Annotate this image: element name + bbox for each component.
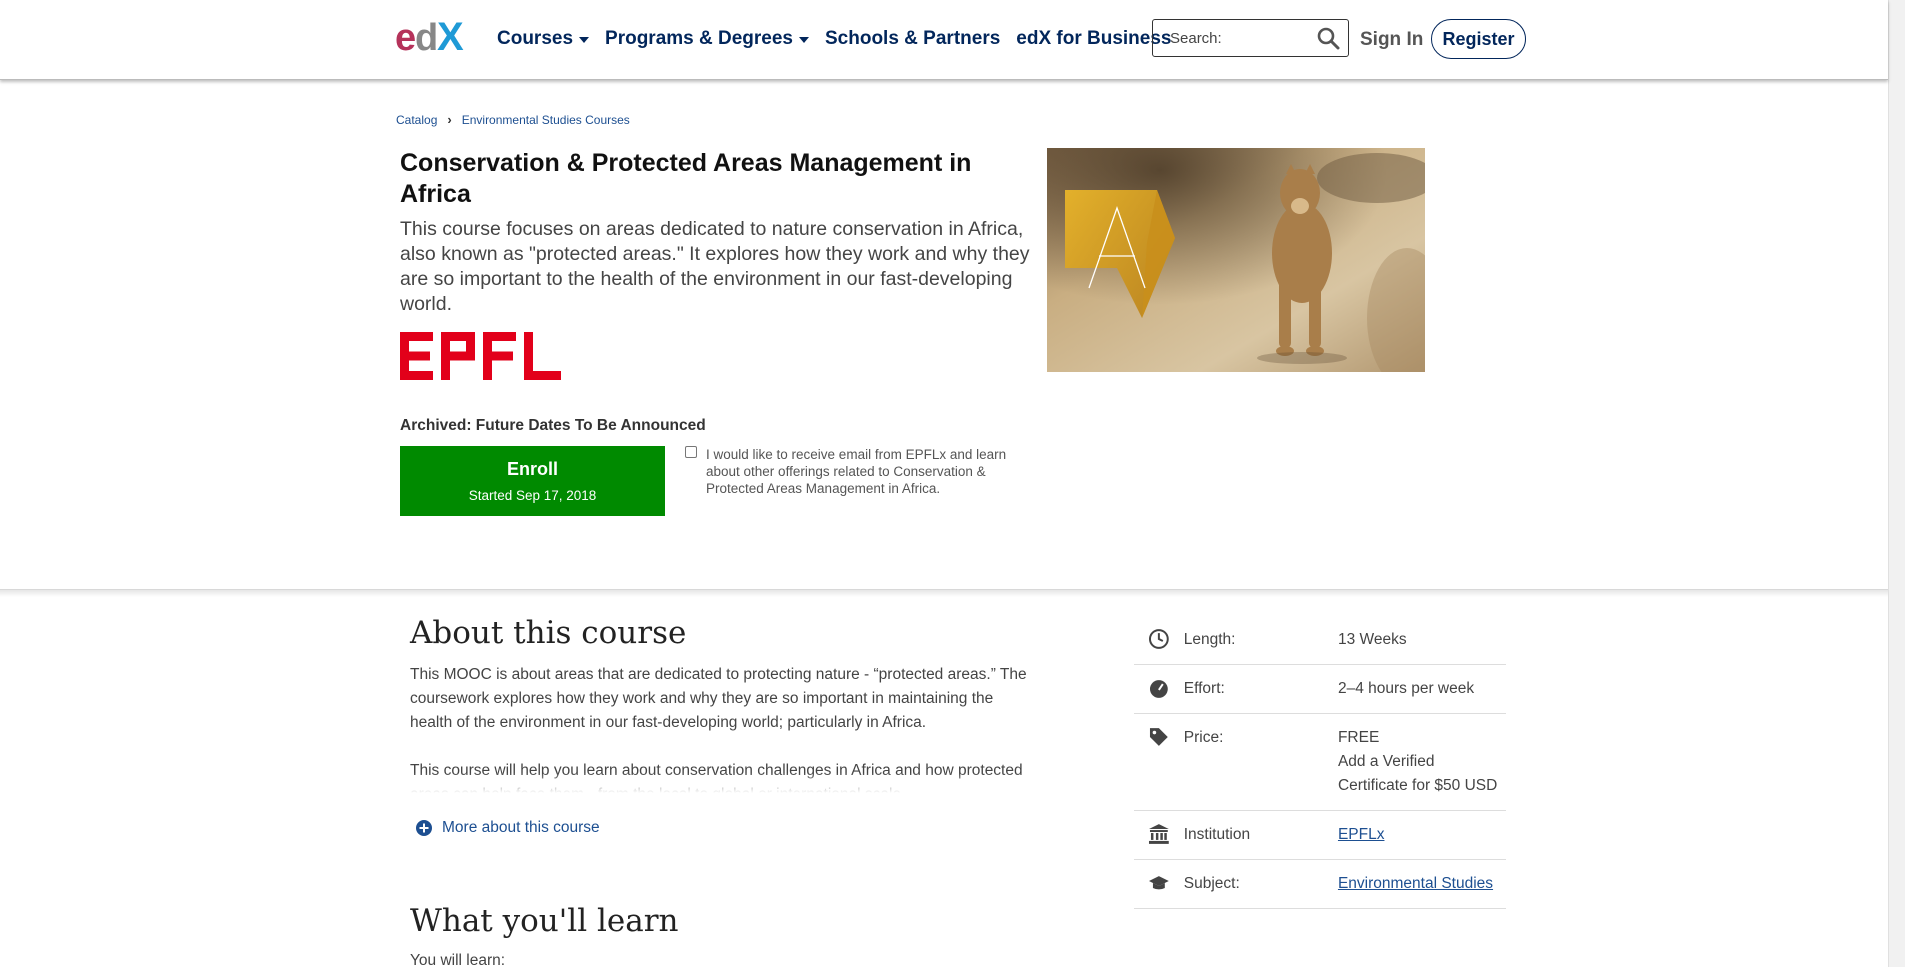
what-youll-learn-heading: What you'll learn — [410, 903, 679, 939]
svg-text:e: e — [395, 17, 416, 58]
fact-length-label: Length: — [1183, 631, 1236, 648]
sign-in-link[interactable]: Sign In — [1360, 29, 1423, 51]
search-placeholder: Search: — [1170, 29, 1222, 47]
fact-institution-label: Institution — [1183, 826, 1251, 843]
register-button[interactable]: Register — [1431, 19, 1526, 59]
fact-length: Length: 13 Weeks — [1134, 622, 1506, 665]
fact-effort: Effort: 2–4 hours per week — [1134, 665, 1506, 714]
course-image — [1047, 148, 1425, 372]
breadcrumb: Catalog › Environmental Studies Courses — [396, 112, 630, 127]
clock-icon — [1148, 629, 1169, 649]
nav-programs-label: Programs & Degrees — [605, 28, 793, 49]
email-optin-checkbox[interactable] — [685, 446, 697, 458]
chevron-down-icon — [799, 37, 809, 43]
tag-icon — [1149, 728, 1168, 746]
gauge-icon — [1149, 680, 1168, 698]
search-icon[interactable] — [1316, 26, 1340, 50]
about-heading: About this course — [410, 615, 687, 651]
course-description: This course focuses on areas dedicated t… — [400, 218, 1030, 315]
fact-price-free: FREE — [1337, 729, 1380, 746]
course-facts: Length: 13 Weeks Effort: 2–4 hours per w… — [1134, 622, 1506, 909]
fact-institution-value: EPFLx — [1338, 823, 1506, 847]
fact-subject: Subject: Environmental Studies — [1134, 860, 1506, 909]
fact-effort-label: Effort: — [1183, 680, 1225, 697]
about-paragraph-1: This MOOC is about areas that are dedica… — [410, 666, 1027, 731]
nav-business-label: edX for Business — [1016, 28, 1172, 49]
fact-price: Price: FREE Add a Verified Certificate f… — [1134, 714, 1506, 811]
fact-subject-value: Environmental Studies — [1338, 872, 1506, 896]
fact-price-label: Price: — [1183, 729, 1224, 746]
graduation-cap-icon — [1148, 876, 1169, 890]
course-title: Conservation & Protected Areas Managemen… — [400, 149, 972, 208]
nav-schools-label: Schools & Partners — [825, 28, 1001, 49]
more-about-course-link[interactable]: More about this course — [416, 819, 600, 837]
enroll-start-date: Started Sep 17, 2018 — [468, 488, 597, 503]
epfl-logo[interactable] — [400, 332, 561, 380]
fact-subject-label: Subject: — [1183, 875, 1240, 892]
main-nav: Courses Programs & Degrees Schools & Par… — [497, 28, 1188, 50]
search-input[interactable]: Search: — [1152, 19, 1349, 57]
fact-effort-value: 2–4 hours per week — [1337, 680, 1475, 697]
breadcrumb-environmental-studies[interactable]: Environmental Studies Courses — [462, 113, 630, 127]
chevron-down-icon — [579, 37, 590, 43]
breadcrumb-catalog[interactable]: Catalog — [396, 113, 437, 127]
enroll-label: Enroll — [506, 459, 558, 479]
course-image-art — [1047, 148, 1425, 372]
chevron-right-icon: › — [447, 112, 452, 127]
course-status: Archived: Future Dates To Be Announced — [400, 417, 706, 434]
plus-circle-icon — [416, 820, 432, 836]
edx-logo[interactable]: e d X — [395, 16, 475, 58]
subject-link[interactable]: Environmental Studies — [1338, 875, 1493, 892]
institution-link[interactable]: EPFLx — [1338, 826, 1385, 843]
nav-schools-partners[interactable]: Schools & Partners — [825, 28, 1000, 50]
nav-programs-degrees[interactable]: Programs & Degrees — [605, 28, 809, 50]
nav-courses[interactable]: Courses — [497, 28, 590, 50]
learn-intro: You will learn: — [410, 952, 506, 967]
page-scrollbar[interactable] — [1888, 0, 1905, 967]
about-paragraph-2: This course will help you learn about co… — [410, 762, 1023, 793]
svg-text:d: d — [415, 17, 438, 58]
fact-institution: Institution EPFLx — [1134, 811, 1506, 860]
enroll-button[interactable]: Enroll Started Sep 17, 2018 — [400, 446, 665, 516]
svg-text:X: X — [437, 16, 464, 58]
fact-price-verified: Add a Verified Certificate for $50 USD — [1337, 753, 1498, 794]
institution-icon — [1148, 824, 1169, 844]
fact-price-value: FREE Add a Verified Certificate for $50 … — [1338, 726, 1506, 798]
more-about-label: More about this course — [442, 819, 600, 836]
fact-length-value: 13 Weeks — [1337, 631, 1407, 648]
nav-courses-label: Courses — [497, 28, 574, 49]
email-optin-label: I would like to receive email from EPFLx… — [706, 447, 1007, 496]
nav-edx-for-business[interactable]: edX for Business — [1016, 28, 1171, 50]
section-divider — [0, 589, 1888, 597]
site-header: e d X Courses Programs & Degrees Schools… — [0, 0, 1888, 80]
